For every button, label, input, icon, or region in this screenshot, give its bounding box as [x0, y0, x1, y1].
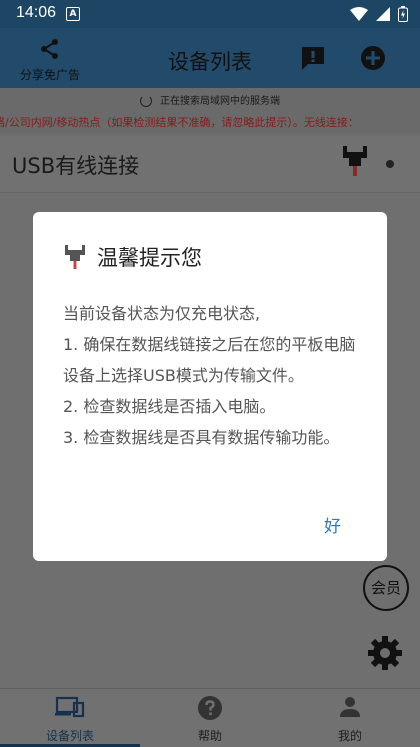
devices-icon — [55, 696, 85, 718]
connection-status-dot — [386, 160, 394, 168]
page-title: 设备列表 — [168, 50, 252, 74]
nav-label: 设备列表 — [45, 729, 94, 743]
signal-icon — [376, 7, 390, 21]
settings-gear-icon[interactable] — [366, 634, 404, 672]
dialog-message: 当前设备状态为仅充电状态, 1. 确保在数据线链接之后在您的平板电脑设备上选择U… — [63, 298, 363, 453]
member-button[interactable]: 会员 — [363, 565, 409, 611]
person-icon — [340, 697, 360, 717]
dialog-line: 2. 检查数据线是否插入电脑。 — [63, 397, 276, 416]
dialog-line: 当前设备状态为仅充电状态, — [63, 304, 261, 323]
feedback-icon[interactable] — [299, 44, 327, 72]
dialog-line: 1. 确保在数据线链接之后在您的平板电脑设备上选择USB模式为传输文件。 — [63, 335, 356, 385]
searching-status: 正在搜索局域网中的服务端 — [0, 92, 420, 107]
wifi-icon — [350, 7, 368, 21]
search-banner: 正在搜索局域网中的服务端 络/公司内网/移动热点（如果检测结果不准确，请忽略此提… — [0, 88, 420, 134]
app-bar: 分享免广告 设备列表 — [0, 28, 420, 88]
ok-button[interactable]: 好 — [324, 512, 341, 537]
nav-item-mine[interactable]: 我的 — [280, 689, 420, 747]
usb-connection-label: USB有线连接 — [12, 154, 140, 178]
system-icons — [350, 6, 408, 22]
usb-plug-icon — [343, 146, 367, 176]
network-hint: 络/公司内网/移动热点（如果检测结果不准确，请忽略此提示）。无线连接： — [0, 116, 359, 129]
usb-connection-card[interactable]: USB有线连接 — [0, 136, 420, 193]
dialog-line: 3. 检查数据线是否具有数据传输功能。 — [63, 428, 340, 447]
nav-label: 帮助 — [197, 729, 222, 743]
dialog-header: 温馨提示您 — [63, 242, 202, 272]
battery-icon — [398, 6, 408, 22]
status-time: 14:06 — [16, 4, 57, 21]
status-bar: 14:06 A — [0, 0, 420, 28]
usb-plug-icon — [65, 245, 85, 269]
add-device-icon[interactable] — [359, 44, 387, 72]
tip-dialog: 温馨提示您 当前设备状态为仅充电状态, 1. 确保在数据线链接之后在您的平板电脑… — [33, 212, 387, 561]
nav-item-devices[interactable]: 设备列表 — [0, 689, 140, 747]
loading-spinner-icon — [140, 95, 152, 107]
nav-item-help[interactable]: 帮助 — [140, 689, 280, 747]
help-icon — [198, 696, 222, 720]
bottom-nav: 设备列表 帮助 我的 — [0, 688, 420, 747]
notification-icon: A — [66, 7, 80, 21]
dialog-title: 温馨提示您 — [97, 246, 202, 270]
searching-text: 正在搜索局域网中的服务端 — [160, 96, 280, 107]
nav-label: 我的 — [337, 729, 362, 743]
